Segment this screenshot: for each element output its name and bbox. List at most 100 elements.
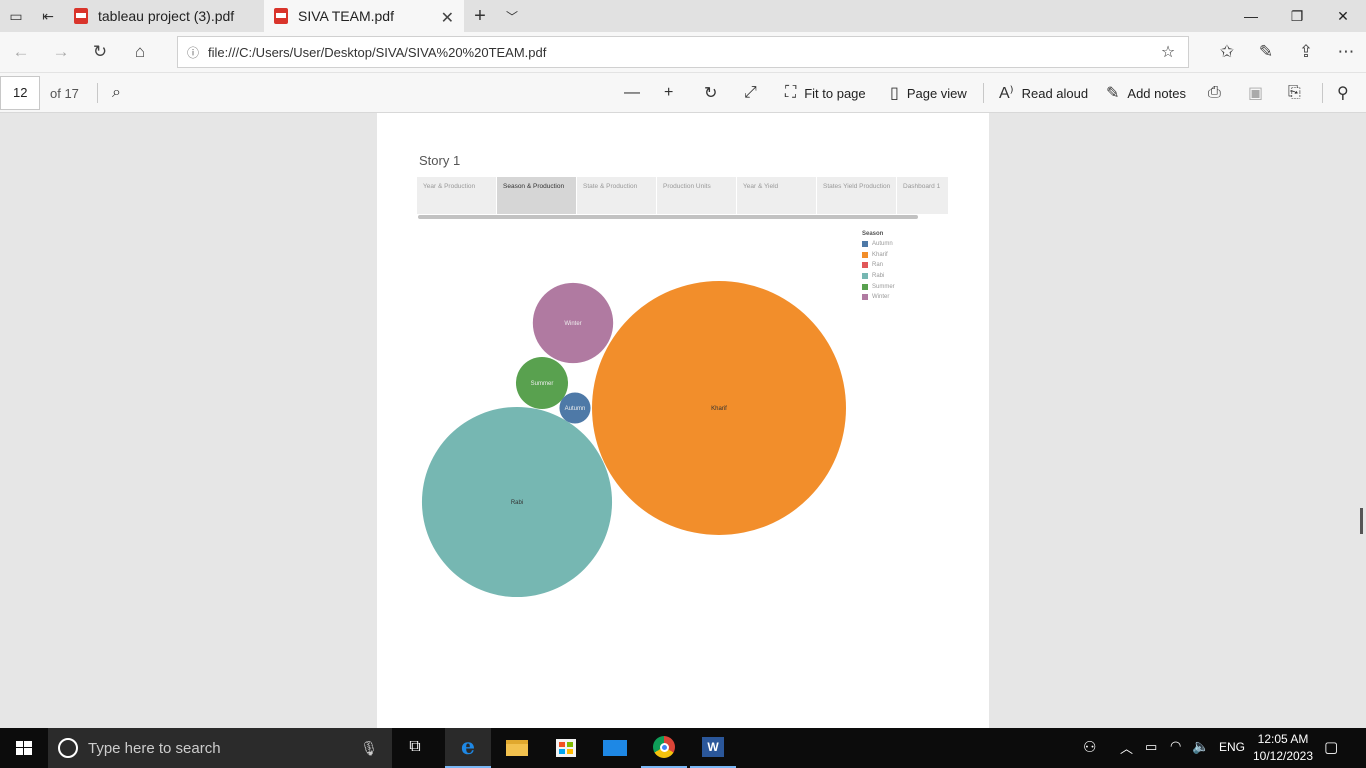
legend-label: Ran — [872, 262, 884, 269]
rotate-icon: ↻ — [704, 85, 718, 102]
taskbar-search-box[interactable]: Type here to search 🎙 — [48, 728, 392, 768]
read-aloud-icon: A⁾ — [999, 85, 1014, 102]
legend-swatch — [862, 241, 868, 248]
mail-taskbar-icon[interactable] — [592, 728, 638, 768]
legend-item: Winter — [862, 292, 895, 303]
divider — [983, 83, 984, 103]
fullscreen-button[interactable]: ⤢ — [744, 73, 765, 113]
legend-label: Summer — [872, 283, 895, 290]
chrome-taskbar-icon[interactable] — [641, 728, 687, 768]
rotate-button[interactable]: ↻ — [704, 73, 725, 113]
pdf-icon — [74, 8, 88, 24]
tab-title: tableau project (3).pdf — [98, 8, 235, 24]
pdf-icon — [274, 8, 288, 24]
pen-icon: ✎ — [1106, 85, 1120, 102]
file-explorer-taskbar-icon[interactable] — [494, 728, 540, 768]
legend-label: Winter — [872, 294, 890, 301]
add-notes-button[interactable]: ✎ Add notes — [1106, 73, 1186, 113]
bubble-label: Winter — [564, 321, 581, 327]
tab-tableau-project[interactable]: tableau project (3).pdf — [64, 0, 264, 32]
close-tab-icon[interactable]: ✕ — [441, 8, 454, 28]
bubble-label: Autumn — [565, 406, 586, 412]
edge-icon: e — [461, 734, 475, 760]
minimize-button[interactable]: — — [1228, 0, 1274, 32]
windows-logo-icon — [16, 741, 32, 755]
legend-item: Ran — [862, 260, 895, 271]
url-text[interactable]: file:///C:/Users/User/Desktop/SIVA/SIVA%… — [208, 45, 1148, 60]
close-window-button[interactable]: ✕ — [1320, 0, 1366, 32]
show-hidden-icons-chevron-up-icon[interactable]: ︿ — [1120, 738, 1136, 757]
microphone-icon[interactable]: 🎙 — [360, 740, 378, 757]
title-bar: ▭ ⇤ tableau project (3).pdf SIVA TEAM.pd… — [0, 0, 1366, 32]
battery-icon[interactable]: ▭ — [1145, 739, 1161, 755]
address-bar[interactable]: ⓘ file:///C:/Users/User/Desktop/SIVA/SIV… — [177, 36, 1189, 68]
volume-icon[interactable]: 🔈 — [1192, 738, 1210, 755]
expand-icon: ⤢ — [744, 84, 757, 101]
set-aside-tabs-icon[interactable]: ⇤ — [32, 0, 64, 32]
more-menu-icon[interactable]: ⋯ — [1331, 38, 1361, 66]
start-button[interactable] — [0, 728, 48, 768]
page-total: of 17 — [50, 86, 79, 101]
divider — [97, 83, 98, 103]
pin-toolbar-button[interactable]: ⚲ — [1337, 73, 1357, 113]
save-as-button[interactable]: ⎘ — [1288, 73, 1309, 113]
legend-item: Kharif — [862, 250, 895, 261]
language-indicator[interactable]: ENG — [1219, 740, 1245, 754]
tab-list-chevron-down-icon[interactable]: ﹀ — [496, 0, 528, 32]
search-placeholder: Type here to search — [88, 739, 221, 757]
legend-swatch — [862, 283, 868, 290]
web-notes-icon[interactable]: ✎ — [1251, 38, 1281, 66]
share-icon[interactable]: ⇪ — [1291, 38, 1321, 66]
forward-button[interactable]: → — [46, 38, 76, 66]
tab-actions-icon[interactable]: ▭ — [0, 0, 32, 32]
save-button[interactable]: ▣ — [1248, 73, 1271, 113]
favorite-star-icon[interactable]: ☆ — [1148, 42, 1188, 62]
minus-icon: — — [624, 84, 640, 101]
edge-taskbar-icon[interactable]: e — [445, 728, 491, 768]
divider — [1322, 83, 1323, 103]
wifi-icon[interactable]: ◠ — [1170, 738, 1186, 754]
legend-label: Kharif — [872, 251, 888, 258]
page-view-label: Page view — [906, 85, 967, 101]
read-aloud-button[interactable]: A⁾ Read aloud — [999, 73, 1088, 113]
fit-to-page-icon: ⛶ — [785, 84, 797, 101]
info-icon[interactable]: ⓘ — [178, 44, 208, 61]
zoom-out-button[interactable]: — — [624, 73, 648, 113]
fit-to-page-label: Fit to page — [804, 85, 866, 101]
fit-to-page-button[interactable]: ⛶ Fit to page — [785, 73, 866, 113]
action-center-icon[interactable]: ▢ — [1324, 738, 1344, 756]
legend-item: Summer — [862, 281, 895, 292]
back-button[interactable]: ← — [6, 38, 36, 66]
scrollbar-thumb[interactable] — [1360, 508, 1363, 534]
plus-icon: + — [664, 84, 674, 101]
legend-swatch — [862, 273, 868, 280]
refresh-button[interactable]: ↻ — [85, 38, 115, 66]
page-view-button[interactable]: ▯ Page view — [890, 73, 967, 113]
bubble-label: Kharif — [711, 406, 727, 412]
cortana-icon — [58, 738, 78, 758]
word-icon: W — [702, 737, 724, 757]
restore-button[interactable]: ❐ — [1274, 0, 1320, 32]
people-icon[interactable]: ⚇ — [1083, 738, 1103, 756]
print-button[interactable]: ⎙ — [1208, 73, 1229, 113]
clock[interactable]: 12:05 AM 10/12/2023 — [1250, 731, 1316, 765]
favorites-icon[interactable]: ✩ — [1212, 38, 1242, 66]
tab-title: SIVA TEAM.pdf — [298, 8, 394, 24]
chart-legend: Season Autumn Kharif Ran Rabi Summer Winter — [862, 231, 895, 303]
page-number-input[interactable]: 12 — [0, 76, 40, 110]
task-view-button[interactable]: ⧉ — [400, 738, 430, 758]
bubble-label: Summer — [531, 381, 554, 387]
save-as-icon: ⎘ — [1288, 84, 1301, 101]
tab-siva-team[interactable]: SIVA TEAM.pdf ✕ — [264, 0, 464, 32]
new-tab-button[interactable]: + — [464, 0, 496, 32]
pdf-viewer[interactable]: Story 1 Year & Production Season & Produ… — [0, 113, 1366, 728]
search-button[interactable]: ⌕ — [112, 73, 129, 113]
save-icon: ▣ — [1248, 85, 1264, 102]
store-taskbar-icon[interactable] — [543, 728, 589, 768]
zoom-in-button[interactable]: + — [664, 73, 681, 113]
page-view-icon: ▯ — [890, 85, 899, 102]
home-button[interactable]: ⌂ — [125, 38, 155, 66]
bubble-chart: Kharif Rabi Winter Summer Autumn — [421, 281, 846, 598]
word-taskbar-icon[interactable]: W — [690, 728, 736, 768]
legend-item: Rabi — [862, 271, 895, 282]
